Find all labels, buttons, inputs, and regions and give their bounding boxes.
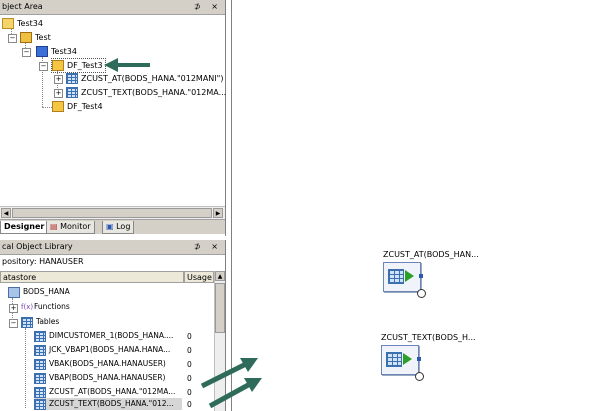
datastore-icon bbox=[8, 286, 20, 298]
expand-toggle[interactable]: + bbox=[54, 89, 63, 98]
tab-label: Monitor bbox=[60, 222, 91, 231]
table-icon bbox=[34, 330, 46, 342]
tree-node-project[interactable]: Test bbox=[20, 31, 51, 44]
scroll-thumb[interactable] bbox=[215, 283, 225, 333]
function-icon: f(x) bbox=[21, 303, 34, 311]
scroll-left-button[interactable]: ◀ bbox=[1, 208, 11, 218]
table-icon bbox=[34, 386, 46, 398]
object-area-panel: bject Area ⊅ × Test34 − Test − Test34 − … bbox=[0, 0, 226, 236]
tree-node-df-test3[interactable]: DF_Test3 bbox=[51, 58, 106, 73]
annotation-arrow-icon bbox=[200, 358, 262, 408]
tab-label: Log bbox=[116, 222, 131, 231]
table-row[interactable]: ZCUST_AT(BODS_HANA."012MA... bbox=[34, 386, 175, 398]
dataflow-icon bbox=[52, 60, 64, 71]
tree-node-label: DF_Test3 bbox=[67, 61, 103, 70]
tables-label: Tables bbox=[36, 317, 60, 326]
close-icon[interactable]: × bbox=[211, 2, 222, 11]
workspace-node-label: ZCUST_AT(BODS_HAN... bbox=[383, 250, 479, 259]
tree-node-zcust-text[interactable]: ZCUST_TEXT(BODS_HANA."012MA... bbox=[66, 86, 226, 99]
tree-node-label: Test34 bbox=[17, 19, 43, 28]
scroll-right-button[interactable]: ▶ bbox=[213, 208, 223, 218]
table-row[interactable]: VBAK(BODS_HANA.HANAUSER) bbox=[34, 358, 166, 370]
scroll-up-button[interactable]: ▲ bbox=[215, 271, 225, 281]
table-name: VBAP(BODS_HANA.HANAUSER) bbox=[49, 373, 166, 382]
table-usage: 0 bbox=[187, 374, 192, 383]
table-usage: 0 bbox=[187, 400, 192, 409]
collapse-toggle[interactable]: − bbox=[22, 48, 31, 57]
table-row[interactable]: JCK_VBAP1(BODS_HANA.HANA... bbox=[34, 344, 170, 356]
tree-node-label: Test bbox=[35, 33, 51, 42]
tree-line bbox=[25, 328, 26, 408]
table-usage: 0 bbox=[187, 332, 192, 341]
monitor-icon: ▤ bbox=[50, 222, 58, 231]
tables-row[interactable]: Tables bbox=[21, 316, 59, 328]
collapse-toggle[interactable]: − bbox=[8, 34, 17, 43]
table-icon bbox=[34, 344, 46, 356]
tree-node-root-folder[interactable]: Test34 bbox=[2, 17, 43, 30]
tree-node-zcust-at[interactable]: ZCUST_AT(BODS_HANA."012MANI") bbox=[66, 72, 223, 85]
table-row[interactable]: DIMCUSTOMER_1(BODS_HANA.... bbox=[34, 330, 173, 342]
repository-label: pository: HANAUSER bbox=[2, 257, 84, 266]
object-area-title: bject Area bbox=[2, 2, 43, 11]
local-object-library-panel: cal Object Library ⊅ × pository: HANAUSE… bbox=[0, 240, 226, 411]
collapse-toggle[interactable]: − bbox=[9, 319, 18, 328]
object-area-titlebar: bject Area ⊅ × bbox=[0, 0, 225, 15]
expand-toggle[interactable]: + bbox=[54, 75, 63, 84]
datastore-label: BODS_HANA bbox=[23, 287, 70, 296]
table-source-icon bbox=[383, 262, 426, 298]
table-usage: 0 bbox=[187, 346, 192, 355]
table-icon bbox=[34, 358, 46, 370]
pin-icon[interactable]: ⊅ bbox=[194, 242, 205, 251]
table-icon bbox=[66, 87, 78, 98]
collapse-toggle[interactable]: − bbox=[39, 62, 48, 71]
workspace-node-label: ZCUST_TEXT(BODS_H... bbox=[381, 333, 476, 342]
tree-node-label: ZCUST_AT(BODS_HANA."012MANI") bbox=[81, 74, 224, 83]
column-header-usage[interactable]: Usage bbox=[184, 271, 214, 283]
table-icon bbox=[34, 372, 46, 384]
table-row-selected[interactable]: ZCUST_TEXT(BODS_HANA."012... bbox=[34, 398, 182, 410]
tree-node-job[interactable]: Test34 bbox=[36, 45, 77, 58]
library-title: cal Object Library bbox=[2, 242, 73, 251]
tree-node-label: Test34 bbox=[51, 47, 77, 56]
table-name: ZCUST_AT(BODS_HANA."012MA... bbox=[49, 387, 176, 396]
table-name: VBAK(BODS_HANA.HANAUSER) bbox=[49, 359, 166, 368]
tab-label: Designer bbox=[4, 222, 45, 231]
dataflow-icon bbox=[52, 101, 64, 112]
tree-node-label: DF_Test4 bbox=[67, 102, 103, 111]
horizontal-scrollbar[interactable]: ◀ ▶ bbox=[0, 206, 225, 219]
tree-node-label: ZCUST_TEXT(BODS_HANA."012MA... bbox=[81, 88, 227, 97]
table-usage: 0 bbox=[187, 388, 192, 397]
tab-designer[interactable]: Designer bbox=[0, 221, 49, 234]
functions-row[interactable]: f(x)Functions bbox=[21, 301, 70, 313]
table-row[interactable]: VBAP(BODS_HANA.HANAUSER) bbox=[34, 372, 165, 384]
tab-monitor[interactable]: ▤ Monitor bbox=[46, 221, 95, 234]
expand-toggle[interactable]: + bbox=[9, 304, 18, 313]
pin-icon[interactable]: ⊅ bbox=[194, 2, 205, 11]
table-icon bbox=[66, 73, 78, 84]
workspace-canvas[interactable]: ZCUST_AT(BODS_HAN... ZCUST_TEXT(BODS_H..… bbox=[231, 0, 600, 411]
log-icon: ▣ bbox=[106, 222, 114, 231]
tree-node-df-test4[interactable]: DF_Test4 bbox=[52, 100, 103, 113]
scroll-thumb[interactable] bbox=[12, 208, 212, 218]
table-icon bbox=[21, 316, 33, 328]
object-area-tabs: Designer ▤ Monitor ▣ Log bbox=[0, 219, 225, 234]
library-titlebar: cal Object Library ⊅ × bbox=[0, 240, 225, 255]
functions-label: Functions bbox=[34, 302, 70, 311]
datastore-row[interactable]: BODS_HANA bbox=[8, 286, 70, 298]
folder-icon bbox=[2, 18, 14, 29]
table-icon bbox=[34, 398, 46, 410]
job-icon bbox=[36, 46, 48, 57]
column-header-datastore[interactable]: atastore bbox=[0, 271, 184, 283]
tab-log[interactable]: ▣ Log bbox=[102, 221, 135, 234]
table-usage: 0 bbox=[187, 360, 192, 369]
table-name: JCK_VBAP1(BODS_HANA.HANA... bbox=[49, 345, 171, 354]
table-name: DIMCUSTOMER_1(BODS_HANA.... bbox=[49, 331, 174, 340]
project-icon bbox=[20, 32, 32, 43]
table-source-icon bbox=[381, 345, 424, 381]
close-icon[interactable]: × bbox=[211, 242, 222, 251]
table-name: ZCUST_TEXT(BODS_HANA."012... bbox=[49, 399, 174, 408]
annotation-arrow-icon bbox=[104, 58, 150, 72]
